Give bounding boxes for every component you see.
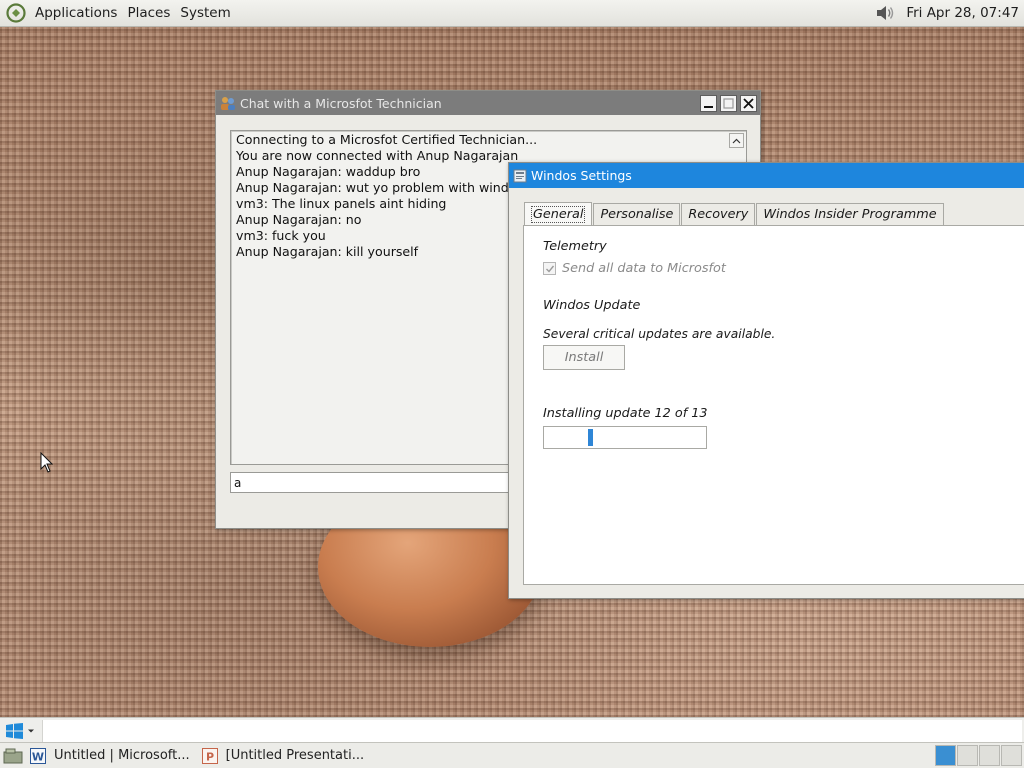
menu-places[interactable]: Places <box>122 5 175 21</box>
chat-window-title: Chat with a Microsfot Technician <box>240 95 442 111</box>
mouse-cursor-icon <box>40 452 54 473</box>
top-panel: Applications Places System Fri Apr 28, 0… <box>0 0 1024 27</box>
clock[interactable]: Fri Apr 28, 07:47 <box>906 5 1019 21</box>
windows-logo-icon <box>6 723 23 739</box>
presentation-icon: P <box>201 747 218 764</box>
settings-titlebar[interactable]: Windos Settings <box>509 163 1024 188</box>
maximize-icon <box>723 97 734 109</box>
tab-recovery[interactable]: Recovery <box>681 203 756 225</box>
menu-system[interactable]: System <box>175 5 235 21</box>
tab-general[interactable]: General <box>524 202 593 225</box>
minimize-icon <box>704 105 713 108</box>
settings-window[interactable]: Windos Settings General Personalise Reco… <box>508 162 1024 599</box>
word-document-icon: W <box>30 747 46 764</box>
start-menu-button[interactable] <box>6 721 38 741</box>
launcher-bar <box>0 717 1024 743</box>
settings-tabs: General Personalise Recovery Windos Insi… <box>524 202 945 225</box>
workspace-switcher <box>934 745 1022 766</box>
install-button[interactable]: Install <box>543 345 625 370</box>
windos-update-heading: Windos Update <box>543 298 641 313</box>
show-desktop-button[interactable] <box>2 747 24 765</box>
install-progress-bar <box>543 426 707 449</box>
close-button[interactable] <box>740 94 757 112</box>
settings-app-icon <box>513 169 527 183</box>
distro-logo-icon[interactable] <box>6 3 26 23</box>
workspace-4[interactable] <box>1001 745 1022 766</box>
maximize-button[interactable] <box>720 94 737 112</box>
chevron-up-icon <box>732 138 741 143</box>
task-presentation-label: [Untitled Presentati... <box>225 748 365 763</box>
workspace-1[interactable] <box>935 745 956 766</box>
speaker-icon[interactable] <box>874 3 896 23</box>
minimize-button[interactable] <box>700 94 717 112</box>
tab-personalise[interactable]: Personalise <box>593 203 681 225</box>
taskbar: W Untitled | Microsoft... P [Untitled Pr… <box>0 743 1024 768</box>
send-data-label: Send all data to Microsfot <box>562 261 726 276</box>
send-data-checkbox-row[interactable]: Send all data to Microsfot <box>543 261 726 276</box>
svg-text:W: W <box>32 750 44 763</box>
launcher-input[interactable] <box>42 720 1022 742</box>
task-presentation[interactable]: P [Untitled Presentati... <box>201 743 370 768</box>
telemetry-heading: Telemetry <box>543 239 607 254</box>
chat-line: Connecting to a Microsfot Certified Tech… <box>236 132 538 147</box>
install-progress-label: Installing update 12 of 13 <box>543 406 708 421</box>
task-word-label: Untitled | Microsoft... <box>54 748 190 763</box>
chat-app-icon <box>220 95 236 111</box>
chat-titlebar[interactable]: Chat with a Microsfot Technician <box>216 91 760 115</box>
workspace-2[interactable] <box>957 745 978 766</box>
update-status-text: Several critical updates are available. <box>543 327 776 341</box>
general-tab-panel: Telemetry Send all data to Microsfot Win… <box>523 225 1024 585</box>
send-data-checkbox[interactable] <box>543 262 556 275</box>
svg-text:P: P <box>206 750 214 763</box>
scroll-up-button[interactable] <box>729 133 744 148</box>
close-icon <box>743 97 754 109</box>
menu-applications[interactable]: Applications <box>30 5 122 21</box>
show-desktop-icon <box>3 748 23 763</box>
checkmark-icon <box>545 265 554 273</box>
workspace-3[interactable] <box>979 745 1000 766</box>
dropdown-arrow-icon <box>28 729 34 733</box>
settings-window-title: Windos Settings <box>531 168 632 183</box>
progress-indicator <box>588 429 593 446</box>
task-word[interactable]: W Untitled | Microsoft... <box>30 743 196 768</box>
tab-windos-insider-programme[interactable]: Windos Insider Programme <box>756 203 944 225</box>
